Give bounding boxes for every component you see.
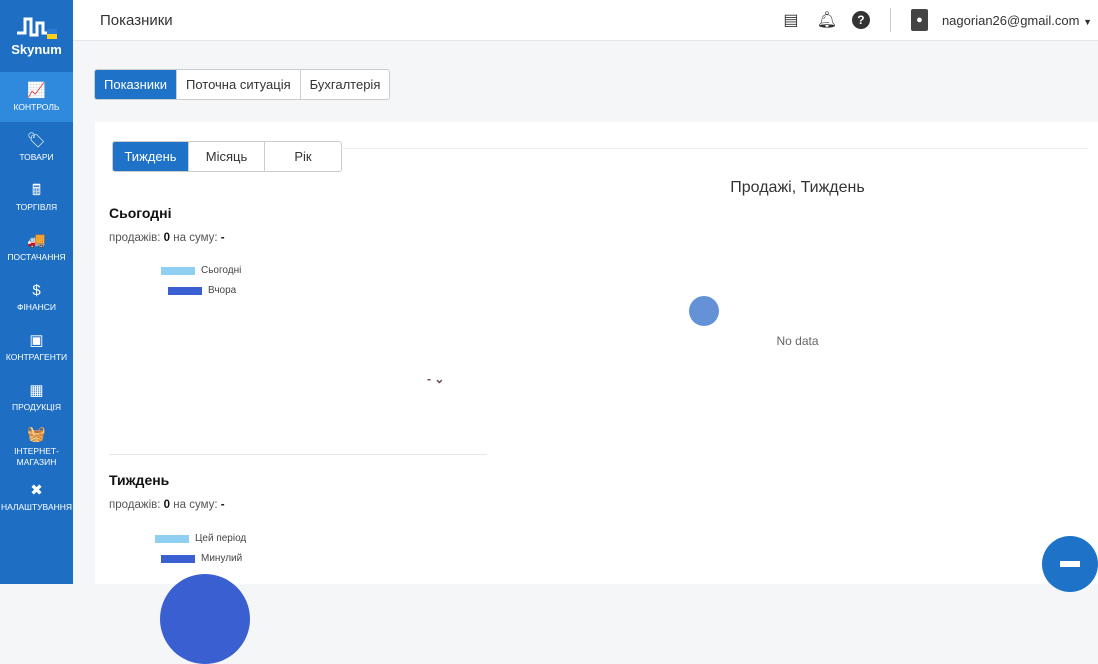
cash-register-icon: 🖩	[31, 181, 41, 199]
sidebar-item-chart[interactable]: 📈 КОНТРОЛЬ	[0, 72, 73, 122]
sum-label: на суму:	[173, 232, 218, 244]
logo-icon	[16, 17, 57, 39]
delta-value: -	[427, 372, 431, 386]
user-menu[interactable]: nagorian26@gmail.com ▼	[942, 13, 1092, 28]
period-month[interactable]: Місяць	[189, 142, 265, 171]
divider	[340, 148, 1088, 149]
legend-item: Минулий	[161, 553, 242, 564]
header: Показники ▤ 🔔︎ ? ● nagorian26@gmail.com …	[73, 0, 1098, 41]
tab-accounting[interactable]: Бухгалтерія	[301, 70, 390, 99]
box-icon: ▦	[29, 381, 44, 399]
sidebar-item-basket[interactable]: 🧺 ІНТЕРНЕТ-МАГАЗИН	[0, 422, 73, 472]
period-tabs: Тиждень Місяць Рік	[112, 141, 342, 172]
legend-swatch	[155, 534, 189, 543]
chart-icon: 📈	[27, 81, 46, 99]
legend-item: Цей період	[155, 533, 246, 544]
sales-count: 0	[163, 232, 171, 244]
sales-label: продажів:	[109, 232, 161, 244]
legend-label: Сьогодні	[201, 265, 242, 276]
sidebar-item-label: НАЛАШТУВАННЯ	[0, 501, 73, 512]
main-tabs: Показники Поточна ситуація Бухгалтерія	[94, 69, 391, 100]
tab-indicators[interactable]: Показники	[95, 70, 177, 99]
page-title: Показники	[100, 11, 173, 29]
legend-swatch	[161, 266, 195, 275]
user-email: nagorian26@gmail.com	[941, 12, 1080, 28]
sidebar-item-box[interactable]: ▦ ПРОДУКЦІЯ	[0, 372, 73, 422]
sidebar-item-label: КОНТРАГЕНТИ	[5, 351, 68, 362]
sales-count: 0	[163, 499, 171, 511]
sales-chart-title: Продажі, Тиждень	[730, 179, 865, 196]
sidebar-item-tools[interactable]: ✖ НАЛАШТУВАННЯ	[0, 472, 73, 522]
legend-item: Сьогодні	[161, 265, 241, 276]
sidebar: Skynum 📈 КОНТРОЛЬ 🏷 ТОВАРИ 🖩 ТОРГІВЛЯ 🚚 ПОСТАЧА…	[0, 0, 73, 584]
bell-icon[interactable]: 🔔︎	[816, 10, 838, 30]
hand-dollar-icon: $	[32, 281, 41, 299]
double-chevron-down-icon: ⌄	[434, 372, 445, 386]
sidebar-item-truck[interactable]: 🚚 ПОСТАЧАННЯ	[0, 222, 73, 272]
tools-icon: ✖	[30, 481, 43, 499]
sidebar-item-label: ФІНАНСИ	[16, 301, 57, 312]
legend-swatch	[161, 554, 195, 563]
sidebar-item-tag[interactable]: 🏷 ТОВАРИ	[0, 122, 73, 172]
brand-name: Skynum	[11, 42, 62, 57]
dashboard-card: Тиждень Місяць Рік Сьогодні продажів: 0 …	[95, 122, 1098, 664]
no-data-label: No data	[776, 334, 819, 348]
period-week[interactable]: Тиждень	[113, 142, 189, 171]
sidebar-item-cash-register[interactable]: 🖩 ТОРГІВЛЯ	[0, 172, 73, 222]
legend-label: Цей період	[195, 533, 247, 544]
sidebar-item-label: ІНТЕРНЕТ-МАГАЗИН	[14, 446, 59, 467]
tag-icon: 🏷	[26, 131, 47, 149]
sum-value: -	[220, 232, 225, 244]
sidebar-item-label: ПРОДУКЦІЯ	[11, 401, 61, 412]
legend-label: Минулий	[201, 553, 243, 564]
delta-indicator: - ⌄	[427, 372, 444, 386]
legend-item: Вчора	[168, 285, 236, 296]
week-stats: продажів: 0 на суму: -	[109, 499, 225, 511]
week-pie-chart	[160, 574, 250, 664]
sidebar-item-id-card[interactable]: ▣ КОНТРАГЕНТИ	[0, 322, 73, 372]
sidebar-item-hand-dollar[interactable]: $ ФІНАНСИ	[0, 272, 73, 322]
sales-label: продажів:	[109, 499, 161, 511]
logo[interactable]: Skynum	[0, 0, 73, 72]
today-stats: продажів: 0 на суму: -	[109, 232, 225, 244]
sidebar-item-label: ТОВАРИ	[19, 151, 54, 162]
id-card-icon: ▣	[29, 331, 44, 349]
legend-swatch	[168, 286, 202, 295]
user-badge-icon: ●	[910, 9, 928, 31]
basket-icon: 🧺	[27, 426, 46, 443]
sidebar-item-label: ПОСТАЧАННЯ	[7, 251, 66, 262]
sum-label: на суму:	[173, 499, 218, 511]
truck-icon: 🚚	[27, 231, 46, 249]
legend-label: Вчора	[208, 285, 237, 296]
sum-value: -	[220, 499, 225, 511]
sidebar-item-label: ТОРГІВЛЯ	[15, 201, 58, 212]
caret-down-icon: ▼	[1083, 16, 1092, 27]
divider	[889, 8, 891, 32]
sidebar-item-label: КОНТРОЛЬ	[13, 101, 60, 112]
tab-current-situation[interactable]: Поточна ситуація	[177, 70, 301, 99]
chat-icon: ▬	[1060, 550, 1080, 572]
help-icon[interactable]: ?	[851, 11, 870, 29]
week-title: Тиждень	[109, 472, 170, 488]
today-title: Сьогодні	[109, 205, 172, 221]
list-icon[interactable]: ▤	[780, 10, 802, 30]
cursor-highlight	[689, 296, 719, 326]
divider	[109, 454, 487, 455]
period-year[interactable]: Рік	[265, 142, 341, 171]
